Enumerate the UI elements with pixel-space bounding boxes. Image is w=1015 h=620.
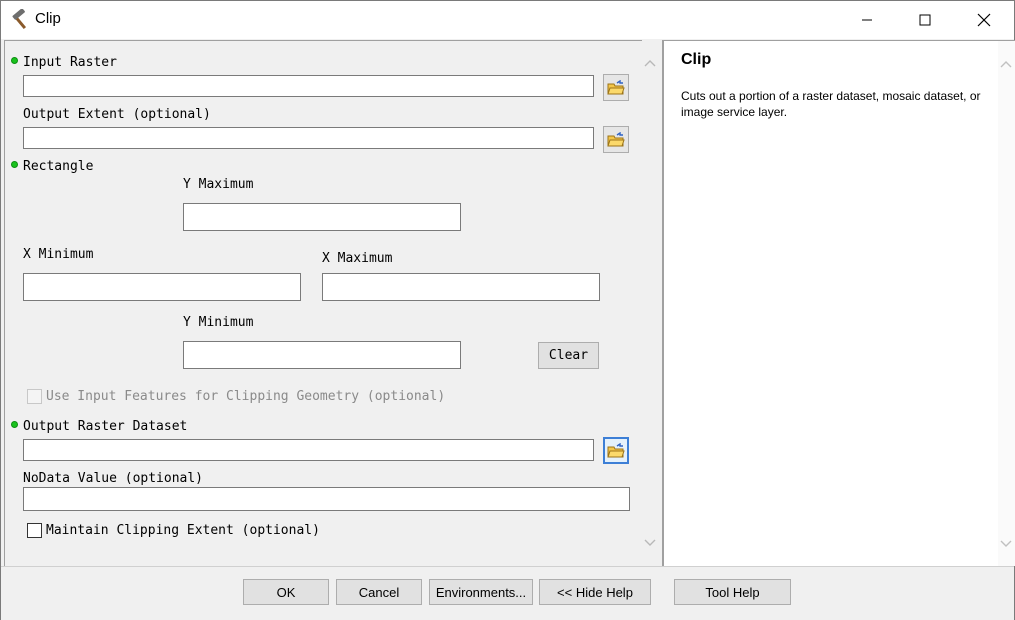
x-minimum-label: X Minimum (23, 247, 94, 262)
chevron-up-icon[interactable] (999, 59, 1013, 69)
input-raster-label: Input Raster (23, 55, 117, 70)
maintain-extent-checkbox[interactable] (27, 523, 42, 538)
open-folder-icon (607, 442, 625, 457)
use-input-features-checkbox[interactable] (27, 389, 42, 404)
output-raster-browse-button[interactable] (603, 437, 629, 464)
x-minimum-field[interactable] (23, 273, 301, 301)
x-maximum-label: X Maximum (322, 251, 393, 266)
parameters-pane: Input Raster Output Extent (optional) Re… (4, 40, 643, 566)
window-title: Clip (35, 10, 61, 27)
chevron-down-icon[interactable] (643, 538, 657, 548)
input-raster-browse-button[interactable] (603, 74, 629, 101)
y-maximum-field[interactable] (183, 203, 461, 231)
minimize-button[interactable] (844, 1, 890, 39)
clear-button[interactable]: Clear (538, 342, 599, 369)
help-pane: Clip Cuts out a portion of a raster data… (662, 40, 1015, 566)
hide-help-button[interactable]: << Hide Help (539, 579, 651, 605)
y-minimum-field[interactable] (183, 341, 461, 369)
help-title: Clip (681, 51, 712, 68)
hammer-icon (10, 8, 32, 31)
help-description: Cuts out a portion of a raster dataset, … (681, 89, 981, 119)
environments-button[interactable]: Environments... (429, 579, 533, 605)
input-raster-field[interactable] (23, 75, 594, 97)
clip-dialog-window: Clip Input Raster Output Extent (optiona… (0, 0, 1015, 620)
required-indicator (11, 161, 18, 168)
title-bar: Clip (1, 1, 1014, 39)
minimize-icon (862, 19, 872, 21)
button-bar: OK Cancel Environments... << Hide Help T… (1, 566, 1014, 620)
help-scrollbar[interactable] (998, 41, 1015, 566)
maintain-extent-label: Maintain Clipping Extent (optional) (46, 523, 320, 538)
maximize-button[interactable] (902, 1, 948, 39)
use-input-features-label: Use Input Features for Clipping Geometry… (46, 389, 446, 404)
close-icon (977, 13, 991, 27)
ok-button[interactable]: OK (243, 579, 329, 605)
parameters-scrollbar[interactable] (642, 40, 659, 565)
rectangle-label: Rectangle (23, 159, 94, 174)
x-maximum-field[interactable] (322, 273, 600, 301)
output-extent-field[interactable] (23, 127, 594, 149)
y-minimum-label: Y Minimum (183, 315, 254, 330)
maximize-icon (919, 14, 931, 26)
required-indicator (11, 57, 18, 64)
cancel-button[interactable]: Cancel (336, 579, 422, 605)
open-folder-icon (607, 131, 625, 146)
y-maximum-label: Y Maximum (183, 177, 254, 192)
open-folder-icon (607, 79, 625, 94)
nodata-label: NoData Value (optional) (23, 471, 204, 486)
output-raster-label: Output Raster Dataset (23, 419, 188, 434)
nodata-field[interactable] (23, 487, 630, 511)
chevron-down-icon[interactable] (999, 539, 1013, 549)
tool-help-button[interactable]: Tool Help (674, 579, 791, 605)
chevron-up-icon[interactable] (643, 58, 657, 68)
output-raster-field[interactable] (23, 439, 594, 461)
close-button[interactable] (961, 1, 1007, 39)
output-extent-label: Output Extent (optional) (23, 107, 211, 122)
required-indicator (11, 421, 18, 428)
output-extent-browse-button[interactable] (603, 126, 629, 153)
